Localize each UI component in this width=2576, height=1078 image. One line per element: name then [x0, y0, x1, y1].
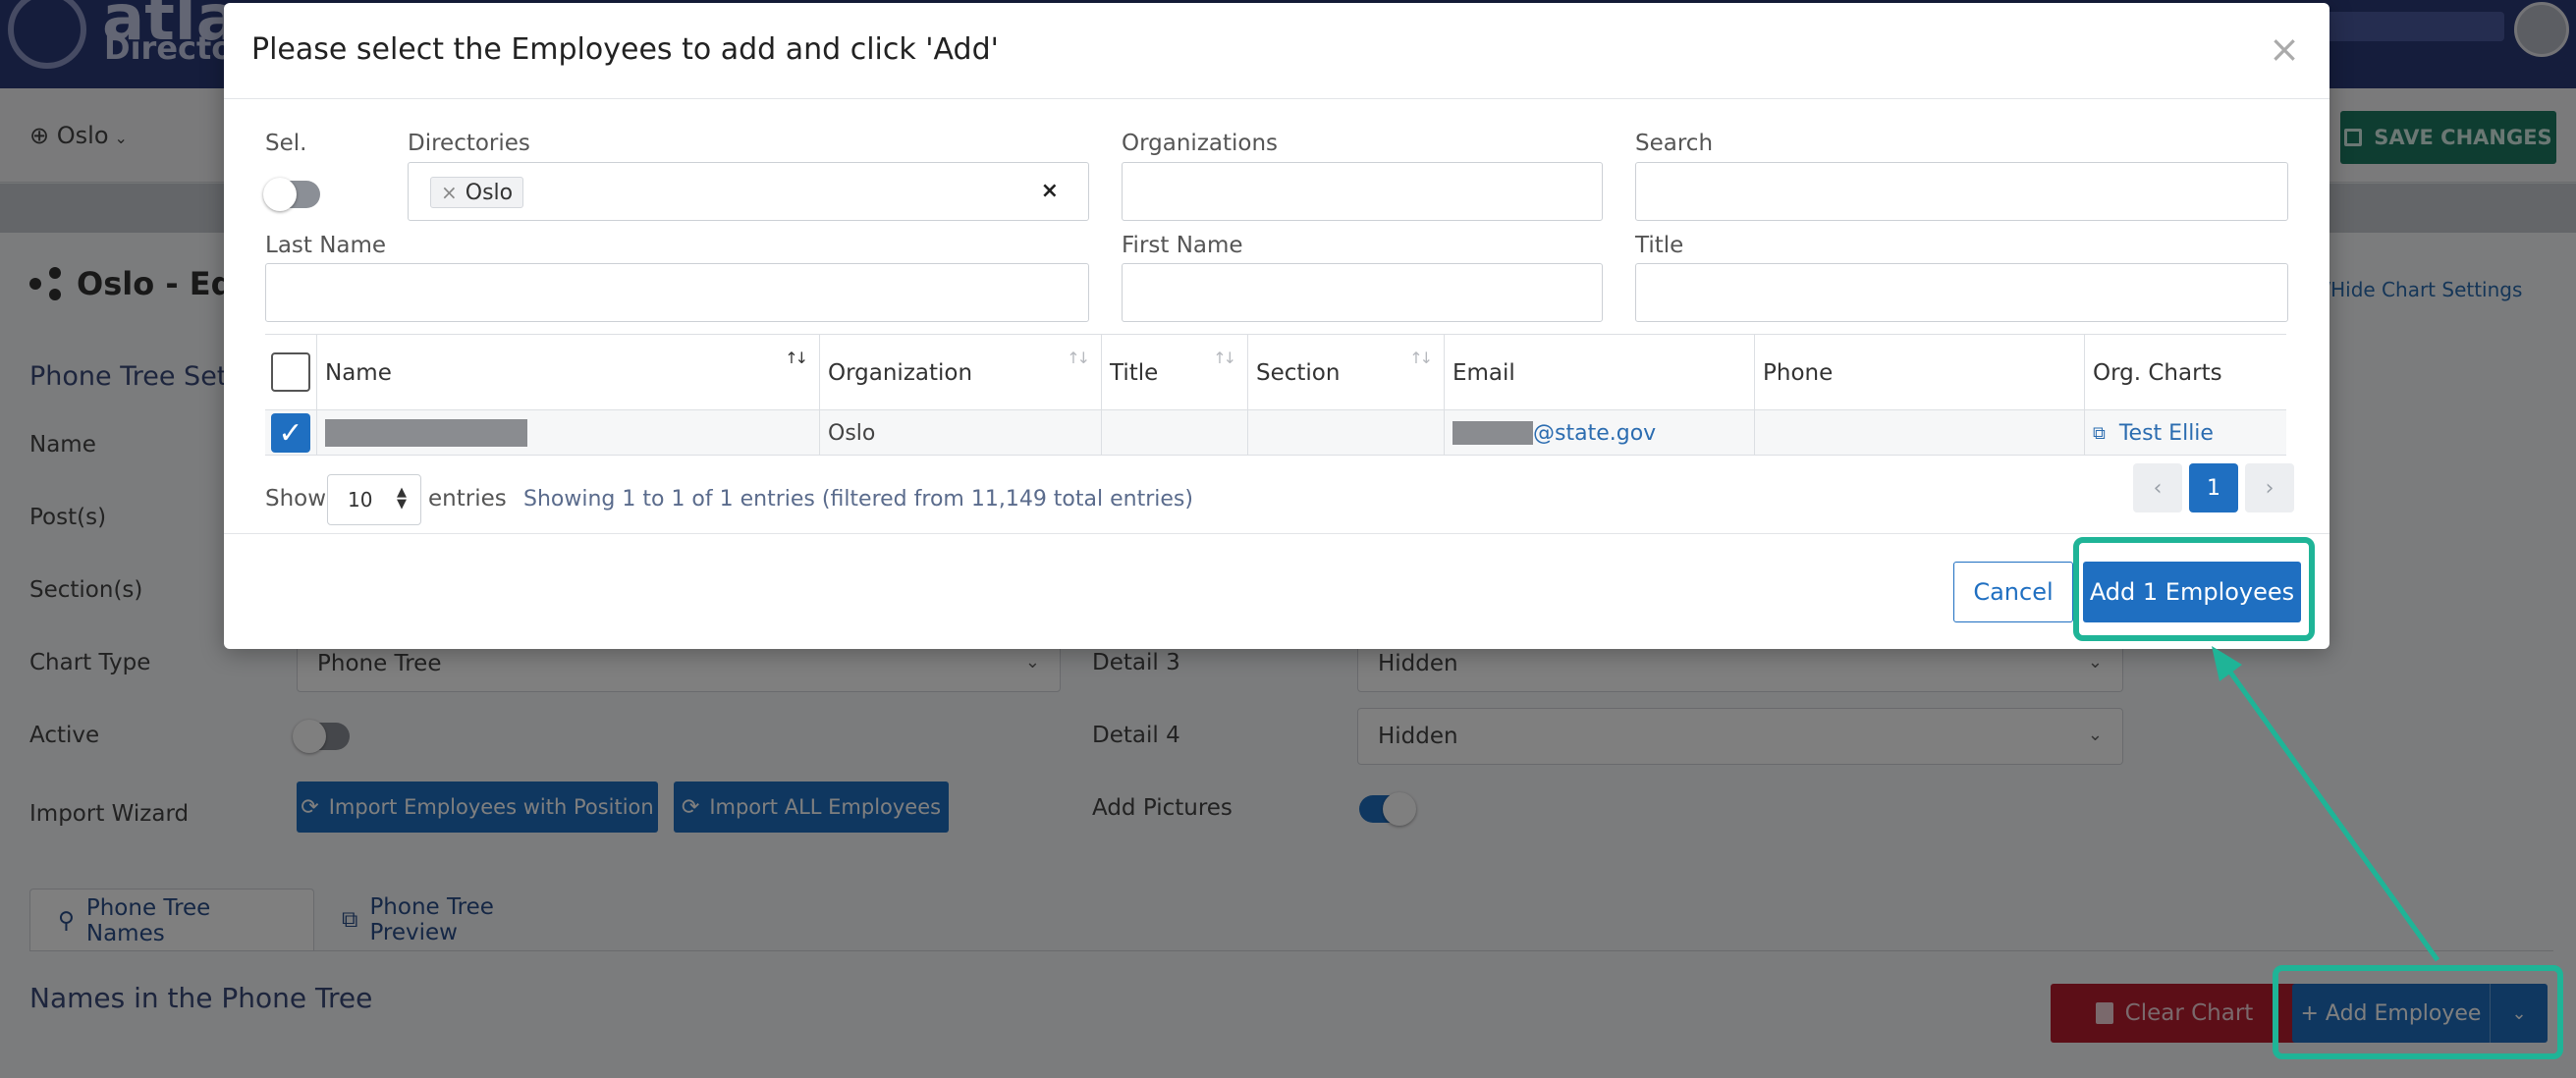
org-chart-link[interactable]: ⧉ Test Ellie — [2093, 421, 2214, 446]
directory-chip: × Oslo — [430, 177, 524, 208]
cell-title — [1101, 410, 1247, 456]
table-info: Showing 1 to 1 of 1 entries (filtered fr… — [523, 487, 1193, 512]
search-label: Search — [1635, 131, 1714, 156]
cell-organization: Oslo — [819, 410, 1101, 456]
column-header-email: Email — [1444, 335, 1754, 411]
column-header-organization[interactable]: Organization ↑↓ — [819, 335, 1101, 411]
select-all-cell — [265, 335, 316, 411]
entries-per-page-select[interactable]: 10 ▲ ▼ — [327, 474, 421, 525]
row-select-cell: ✓ — [265, 410, 316, 456]
prev-page-button[interactable]: ‹ — [2133, 463, 2182, 512]
cell-phone — [1754, 410, 2084, 456]
column-header-name[interactable]: Name ↑↓ — [316, 335, 819, 411]
column-header-label: Email — [1452, 360, 1515, 386]
chip-label: Oslo — [465, 180, 514, 205]
cell-org-charts: ⧉ Test Ellie — [2084, 410, 2286, 456]
last-name-label: Last Name — [265, 233, 387, 258]
redacted-name — [325, 419, 527, 447]
email-link[interactable]: @state.gov — [1533, 421, 1656, 446]
cell-section — [1247, 410, 1444, 456]
next-page-button[interactable]: › — [2245, 463, 2294, 512]
search-input[interactable] — [1635, 162, 2288, 221]
sel-toggle[interactable] — [263, 178, 320, 211]
column-header-phone: Phone — [1754, 335, 2084, 411]
redacted-email — [1452, 421, 1533, 445]
select-all-checkbox[interactable] — [271, 352, 310, 392]
column-header-label: Title — [1110, 360, 1159, 386]
title-filter-input[interactable] — [1635, 263, 2288, 322]
column-header-title[interactable]: Title ↑↓ — [1101, 335, 1247, 411]
column-header-label: Section — [1256, 360, 1341, 386]
sort-asc-icon: ↑↓ — [785, 349, 808, 367]
first-name-label: First Name — [1122, 233, 1243, 258]
table-row[interactable]: ✓ Oslo @state.gov ⧉ Test Ellie — [265, 410, 2286, 456]
org-chart-label: Test Ellie — [2118, 420, 2214, 446]
entries-label: entries — [428, 486, 507, 512]
last-name-input[interactable] — [265, 263, 1089, 322]
highlight-add-employee — [2273, 965, 2563, 1059]
column-header-org-charts: Org. Charts — [2084, 335, 2286, 411]
show-label: Show — [265, 486, 327, 512]
column-header-section[interactable]: Section ↑↓ — [1247, 335, 1444, 411]
highlight-add-employees — [2073, 537, 2315, 641]
sitemap-icon: ⧉ — [2093, 422, 2106, 444]
modal-header: Please select the Employees to add and c… — [224, 3, 2329, 99]
page-1-button[interactable]: 1 — [2189, 463, 2238, 512]
sort-icon: ↑↓ — [1067, 349, 1090, 367]
column-header-label: Name — [325, 360, 392, 386]
column-header-label: Organization — [828, 360, 973, 386]
column-header-label: Org. Charts — [2093, 360, 2222, 386]
close-icon[interactable]: × — [2269, 30, 2300, 68]
first-name-input[interactable] — [1122, 263, 1603, 322]
cell-name — [316, 410, 819, 456]
cell-email: @state.gov — [1444, 410, 1754, 456]
directories-label: Directories — [408, 131, 530, 156]
sort-icon: ↑↓ — [1409, 349, 1433, 367]
employee-table-header: Name ↑↓ Organization ↑↓ Title ↑↓ Section… — [265, 334, 2286, 411]
entries-per-page-value: 10 — [348, 488, 373, 512]
sel-label: Sel. — [265, 131, 307, 156]
modal-footer-divider — [224, 533, 2329, 534]
updown-icon: ▲ ▼ — [397, 485, 407, 512]
modal-title: Please select the Employees to add and c… — [251, 32, 999, 67]
sort-icon: ↑↓ — [1213, 349, 1236, 367]
organizations-label: Organizations — [1122, 131, 1279, 156]
title-filter-label: Title — [1635, 233, 1684, 258]
row-checkbox-checked[interactable]: ✓ — [271, 413, 310, 453]
organizations-select[interactable] — [1122, 162, 1603, 221]
directories-select[interactable]: × Oslo × — [408, 162, 1089, 221]
chip-remove-icon[interactable]: × — [441, 181, 458, 204]
select-employees-modal: Please select the Employees to add and c… — [224, 3, 2329, 649]
clear-selection-icon[interactable]: × — [1041, 179, 1059, 203]
column-header-label: Phone — [1763, 360, 1834, 386]
cancel-button[interactable]: Cancel — [1953, 562, 2073, 622]
